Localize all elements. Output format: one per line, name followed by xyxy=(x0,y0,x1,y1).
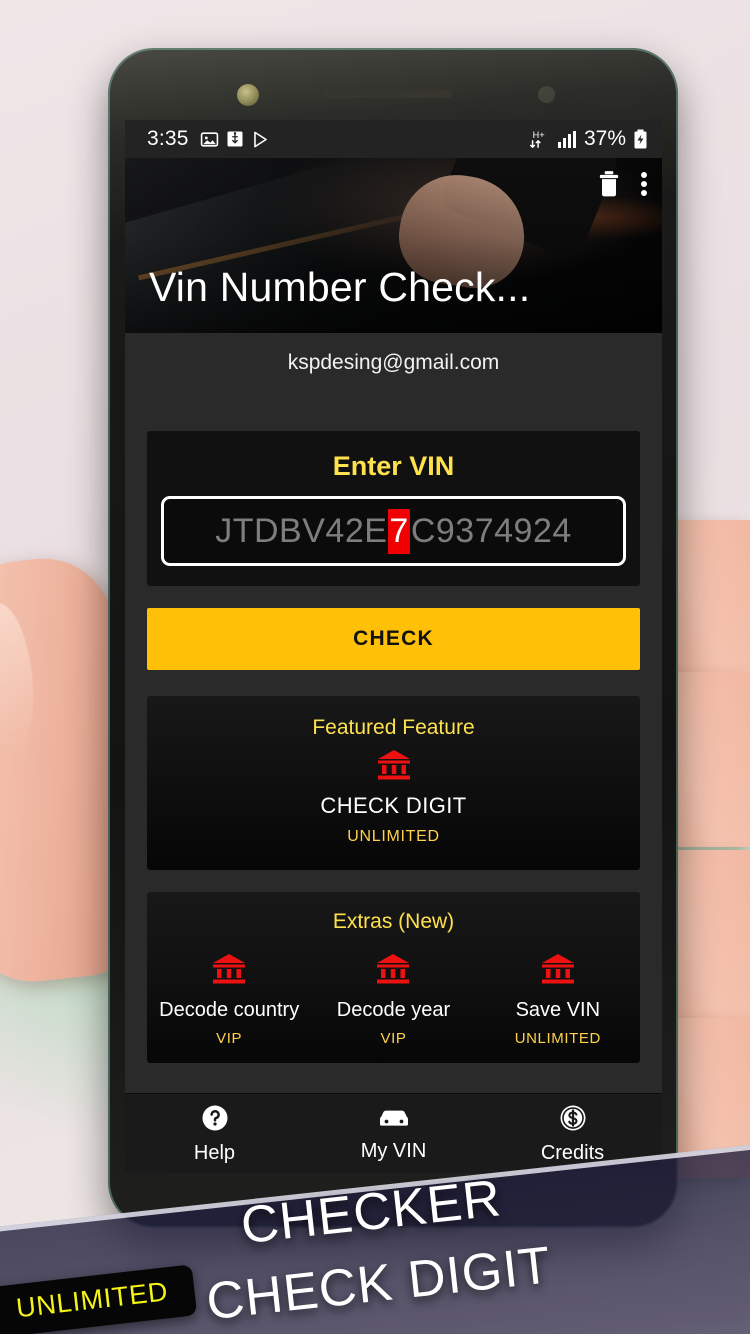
proximity-sensor xyxy=(538,86,555,103)
play-store-icon xyxy=(251,130,270,149)
svg-text:H+: H+ xyxy=(533,130,545,140)
image-icon xyxy=(200,130,219,149)
status-bar: 3:35 H+ 37% xyxy=(125,120,662,158)
battery-charging-icon xyxy=(633,129,648,149)
extra-item-save-vin[interactable]: Save VIN UNLIMITED xyxy=(476,952,640,1047)
page-title: Vin Number Check... xyxy=(149,264,531,310)
status-bar-right: H+ 37% xyxy=(528,127,648,151)
vin-prefix: JTDBV42E xyxy=(215,511,388,550)
vin-input[interactable]: JTDBV42E 7 C9374924 xyxy=(161,496,626,566)
bank-icon xyxy=(476,952,640,991)
trash-icon[interactable] xyxy=(596,170,622,198)
extras-row: Decode country VIP Decode year VIP Save … xyxy=(147,952,640,1047)
extra-item-tier: UNLIMITED xyxy=(514,1030,601,1047)
help-circle-icon xyxy=(125,1103,304,1138)
status-bar-left: 3:35 xyxy=(147,127,270,151)
app-bar-actions xyxy=(596,170,648,198)
featured-feature-name: CHECK DIGIT xyxy=(320,793,467,818)
vin-input-label: Enter VIN xyxy=(332,451,455,481)
account-email: kspdesing@gmail.com xyxy=(125,333,662,387)
bank-icon xyxy=(147,952,311,991)
promo-badge-label: UNLIMITED xyxy=(14,1276,170,1324)
status-bar-clock: 3:35 xyxy=(147,127,189,150)
featured-feature-tier: UNLIMITED xyxy=(347,828,440,845)
earpiece-speaker xyxy=(323,89,453,98)
nav-item-label: Help xyxy=(193,1141,236,1164)
nav-item-help[interactable]: Help xyxy=(125,1103,304,1165)
vin-entry-card: Enter VIN JTDBV42E 7 C9374924 xyxy=(147,431,640,586)
car-icon xyxy=(304,1105,483,1136)
dollar-coin-icon xyxy=(483,1103,662,1138)
extra-item-decode-country[interactable]: Decode country VIP xyxy=(147,952,311,1047)
extra-item-tier: VIP xyxy=(380,1030,407,1047)
network-type-icon: H+ xyxy=(528,128,550,150)
extra-item-decode-year[interactable]: Decode year VIP xyxy=(311,952,475,1047)
front-camera-icon xyxy=(237,84,259,106)
nav-item-my-vin[interactable]: My VIN xyxy=(304,1105,483,1163)
extra-item-tier: VIP xyxy=(216,1030,243,1047)
bank-icon xyxy=(311,952,475,991)
signal-bars-icon xyxy=(557,130,577,148)
extra-item-label: Save VIN xyxy=(515,999,601,1021)
usb-icon xyxy=(226,130,244,148)
app-content: Enter VIN JTDBV42E 7 C9374924 CHECK Featur… xyxy=(125,387,662,1063)
featured-feature-card[interactable]: Featured Feature CHECK DIGIT UNLIMITED xyxy=(147,696,640,870)
nav-item-credits[interactable]: Credits xyxy=(483,1103,662,1165)
phone-screen: 3:35 H+ 37% Vin Number Check... kspdesin… xyxy=(125,120,662,1173)
bottom-navigation: Help My VIN Credits xyxy=(125,1093,662,1173)
extras-title: Extras (New) xyxy=(332,910,455,933)
extras-card: Extras (New) Decode country VIP Decode y… xyxy=(147,892,640,1063)
vin-check-digit: 7 xyxy=(388,508,410,554)
nav-item-label: My VIN xyxy=(360,1139,427,1162)
app-header-hero: Vin Number Check... xyxy=(125,158,662,333)
battery-percent-label: 37% xyxy=(583,127,626,150)
featured-feature-title: Featured Feature xyxy=(312,716,475,739)
check-button[interactable]: CHECK xyxy=(147,608,640,670)
phone-device: 3:35 H+ 37% Vin Number Check... kspdesin… xyxy=(108,48,678,1228)
more-vertical-icon[interactable] xyxy=(640,170,648,198)
extra-item-label: Decode year xyxy=(336,999,451,1021)
extra-item-label: Decode country xyxy=(159,999,300,1021)
vin-suffix: C9374924 xyxy=(410,511,572,550)
bank-icon xyxy=(147,748,640,787)
